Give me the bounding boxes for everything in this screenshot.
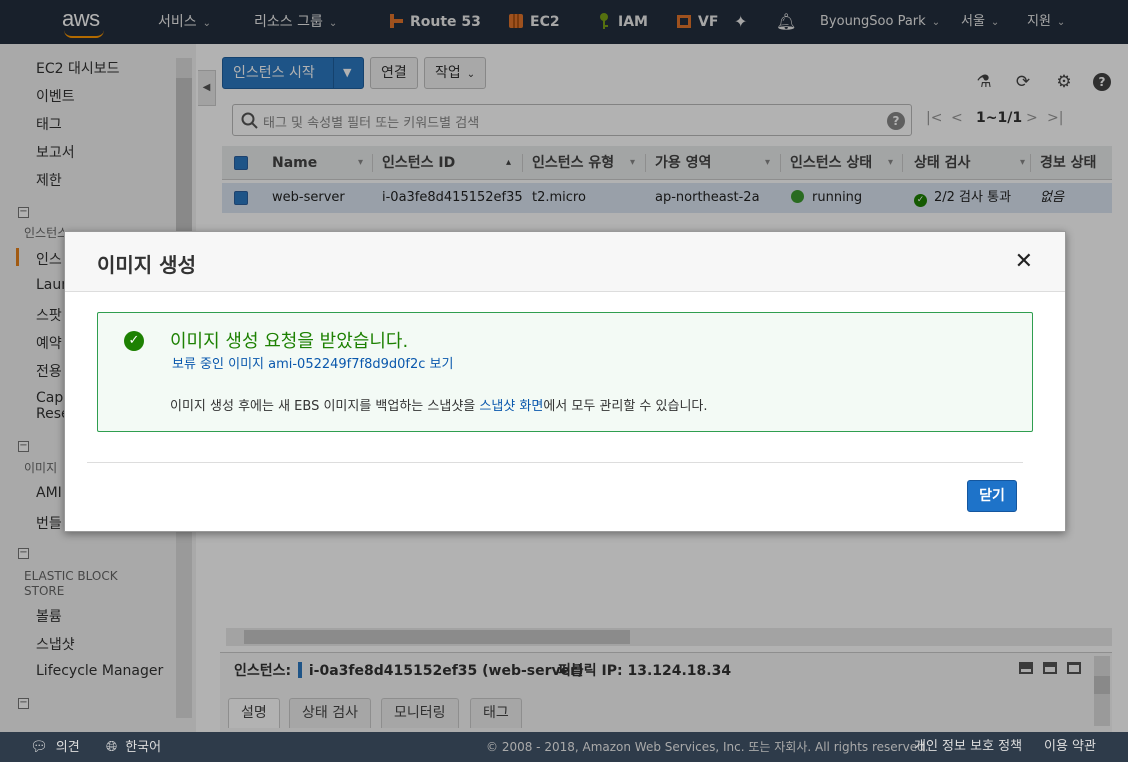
- terms-link[interactable]: 이용 약관: [1044, 732, 1096, 762]
- alert-body-text: 이미지 생성 후에는 새 EBS 이미지를 백업하는 스냅샷을: [170, 399, 480, 414]
- language-label: 한국어: [125, 740, 162, 755]
- alert-body-text-2: 에서 모두 관리할 수 있습니다.: [543, 399, 708, 414]
- dialog-divider: [87, 462, 1023, 463]
- snapshots-link[interactable]: 스냅샷 화면: [479, 399, 543, 414]
- footer: 💬︎ 의견 🌐︎ 한국어 © 2008 - 2018, Amazon Web Ser…: [0, 732, 1128, 762]
- feedback-label: 의견: [55, 740, 80, 755]
- close-button[interactable]: 닫기: [967, 480, 1017, 512]
- success-alert: ✓ 이미지 생성 요청을 받았습니다. 보류 중인 이미지 ami-052249…: [97, 312, 1033, 432]
- copyright: © 2008 - 2018, Amazon Web Services, Inc.…: [486, 740, 929, 754]
- check-circle-icon: ✓: [124, 331, 144, 351]
- close-icon[interactable]: ✕: [1015, 250, 1033, 274]
- globe-icon: 🌐︎: [106, 739, 118, 755]
- dialog-header: 이미지 생성 ✕: [65, 232, 1065, 292]
- chat-bubble-icon: 💬︎: [30, 739, 48, 755]
- create-image-dialog: 이미지 생성 ✕ ✓ 이미지 생성 요청을 받았습니다. 보류 중인 이미지 a…: [64, 231, 1066, 532]
- pending-ami-link[interactable]: 보류 중인 이미지 ami-052249f7f8d9d0f2c 보기: [172, 353, 453, 372]
- privacy-link[interactable]: 개인 정보 보호 정책: [914, 732, 1022, 762]
- language-selector[interactable]: 🌐︎ 한국어: [106, 732, 161, 762]
- feedback-link[interactable]: 💬︎ 의견: [30, 732, 80, 762]
- dialog-title: 이미지 생성: [97, 253, 196, 277]
- alert-headline: 이미지 생성 요청을 받았습니다.: [170, 331, 409, 352]
- alert-body: 이미지 생성 후에는 새 EBS 이미지를 백업하는 스냅샷을 스냅샷 화면에서…: [170, 395, 708, 414]
